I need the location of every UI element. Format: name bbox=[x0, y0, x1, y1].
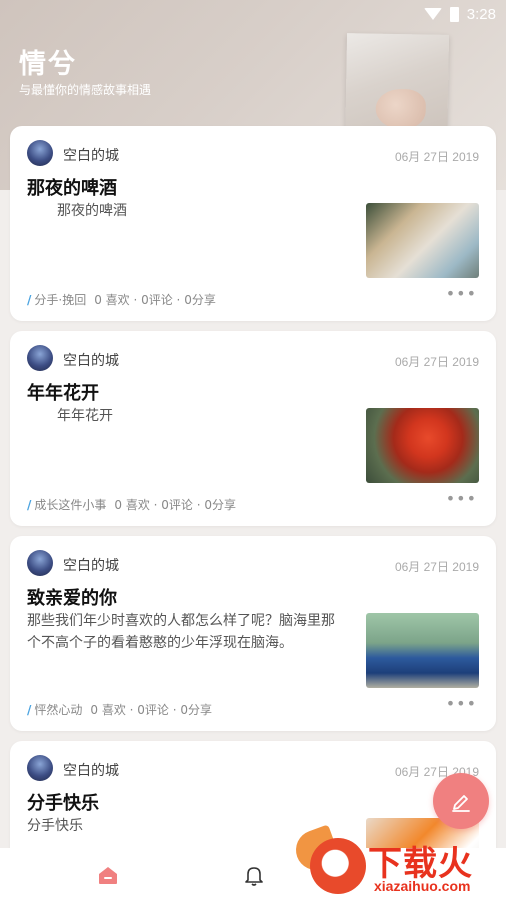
post-title[interactable]: 分手快乐 bbox=[27, 789, 99, 815]
post-card[interactable]: 空白的城 06月 27日 2019 那夜的啤酒 那夜的啤酒 / 分手·挽回 0 … bbox=[10, 126, 496, 321]
post-thumbnail[interactable] bbox=[366, 613, 479, 688]
post-card[interactable]: 空白的城 06月 27日 2019 致亲爱的你 那些我们年少时喜欢的人都怎么样了… bbox=[10, 536, 496, 731]
post-thumbnail[interactable] bbox=[366, 203, 479, 278]
post-tag[interactable]: 分手·挽回 bbox=[34, 291, 86, 308]
avatar[interactable] bbox=[27, 140, 53, 166]
post-excerpt: 那些我们年少时喜欢的人都怎么样了呢？脑海里那个不高个子的看着憨憨的少年浮现在脑海… bbox=[27, 613, 335, 651]
post-excerpt: 那夜的啤酒 bbox=[57, 203, 127, 219]
post-author[interactable]: 空白的城 bbox=[63, 760, 119, 780]
battery-icon bbox=[449, 6, 459, 22]
bell-icon bbox=[245, 867, 263, 886]
avatar[interactable] bbox=[27, 755, 53, 781]
post-tag[interactable]: 怦然心动 bbox=[34, 701, 82, 718]
post-date: 06月 27日 2019 bbox=[394, 355, 479, 369]
post-author[interactable]: 空白的城 bbox=[63, 350, 119, 370]
watermark-url: xiazaihuo.com bbox=[374, 878, 471, 894]
post-title[interactable]: 那夜的啤酒 bbox=[27, 174, 117, 200]
post-meta: / 分手·挽回 0 喜欢 · 0评论 · 0分享 bbox=[27, 291, 216, 308]
app-title: 情兮 bbox=[19, 49, 77, 80]
status-bar: 3:28 bbox=[0, 0, 506, 28]
tag-slash-icon: / bbox=[27, 292, 32, 307]
post-title[interactable]: 致亲爱的你 bbox=[27, 584, 117, 610]
download-icon bbox=[310, 838, 366, 894]
post-title[interactable]: 年年花开 bbox=[27, 379, 99, 405]
nav-notifications[interactable] bbox=[240, 861, 268, 889]
watermark-logo: 下载火 xiazaihuo.com bbox=[290, 824, 506, 900]
post-card[interactable]: 空白的城 06月 27日 2019 年年花开 年年花开 / 成长这件小事 0 喜… bbox=[10, 331, 496, 526]
post-date: 06月 27日 2019 bbox=[394, 150, 479, 164]
write-post-button[interactable] bbox=[433, 773, 489, 829]
post-stats: 0 喜欢 · 0评论 · 0分享 bbox=[94, 293, 216, 307]
tag-slash-icon: / bbox=[27, 497, 32, 512]
status-time: 3:28 bbox=[466, 5, 496, 23]
post-thumbnail[interactable] bbox=[366, 408, 479, 483]
post-meta: / 怦然心动 0 喜欢 · 0评论 · 0分享 bbox=[27, 701, 212, 718]
home-icon bbox=[99, 867, 117, 884]
post-meta: / 成长这件小事 0 喜欢 · 0评论 · 0分享 bbox=[27, 496, 236, 513]
post-excerpt: 年年花开 bbox=[57, 408, 113, 424]
more-options-icon[interactable]: ••• bbox=[446, 491, 477, 507]
post-date: 06月 27日 2019 bbox=[394, 560, 479, 574]
post-author[interactable]: 空白的城 bbox=[63, 145, 119, 165]
nav-home[interactable] bbox=[94, 861, 122, 889]
wifi-icon bbox=[423, 8, 442, 20]
more-options-icon[interactable]: ••• bbox=[446, 286, 477, 302]
avatar[interactable] bbox=[27, 550, 53, 576]
tag-slash-icon: / bbox=[27, 702, 32, 717]
post-stats: 0 喜欢 · 0评论 · 0分享 bbox=[114, 498, 237, 512]
more-options-icon[interactable]: ••• bbox=[446, 696, 477, 712]
app-subtitle: 与最懂你的情感故事相遇 bbox=[19, 83, 152, 97]
post-stats: 0 喜欢 · 0评论 · 0分享 bbox=[90, 703, 213, 717]
post-author[interactable]: 空白的城 bbox=[63, 555, 119, 575]
post-tag[interactable]: 成长这件小事 bbox=[34, 496, 106, 513]
avatar[interactable] bbox=[27, 345, 53, 371]
edit-pen-icon bbox=[452, 795, 470, 812]
